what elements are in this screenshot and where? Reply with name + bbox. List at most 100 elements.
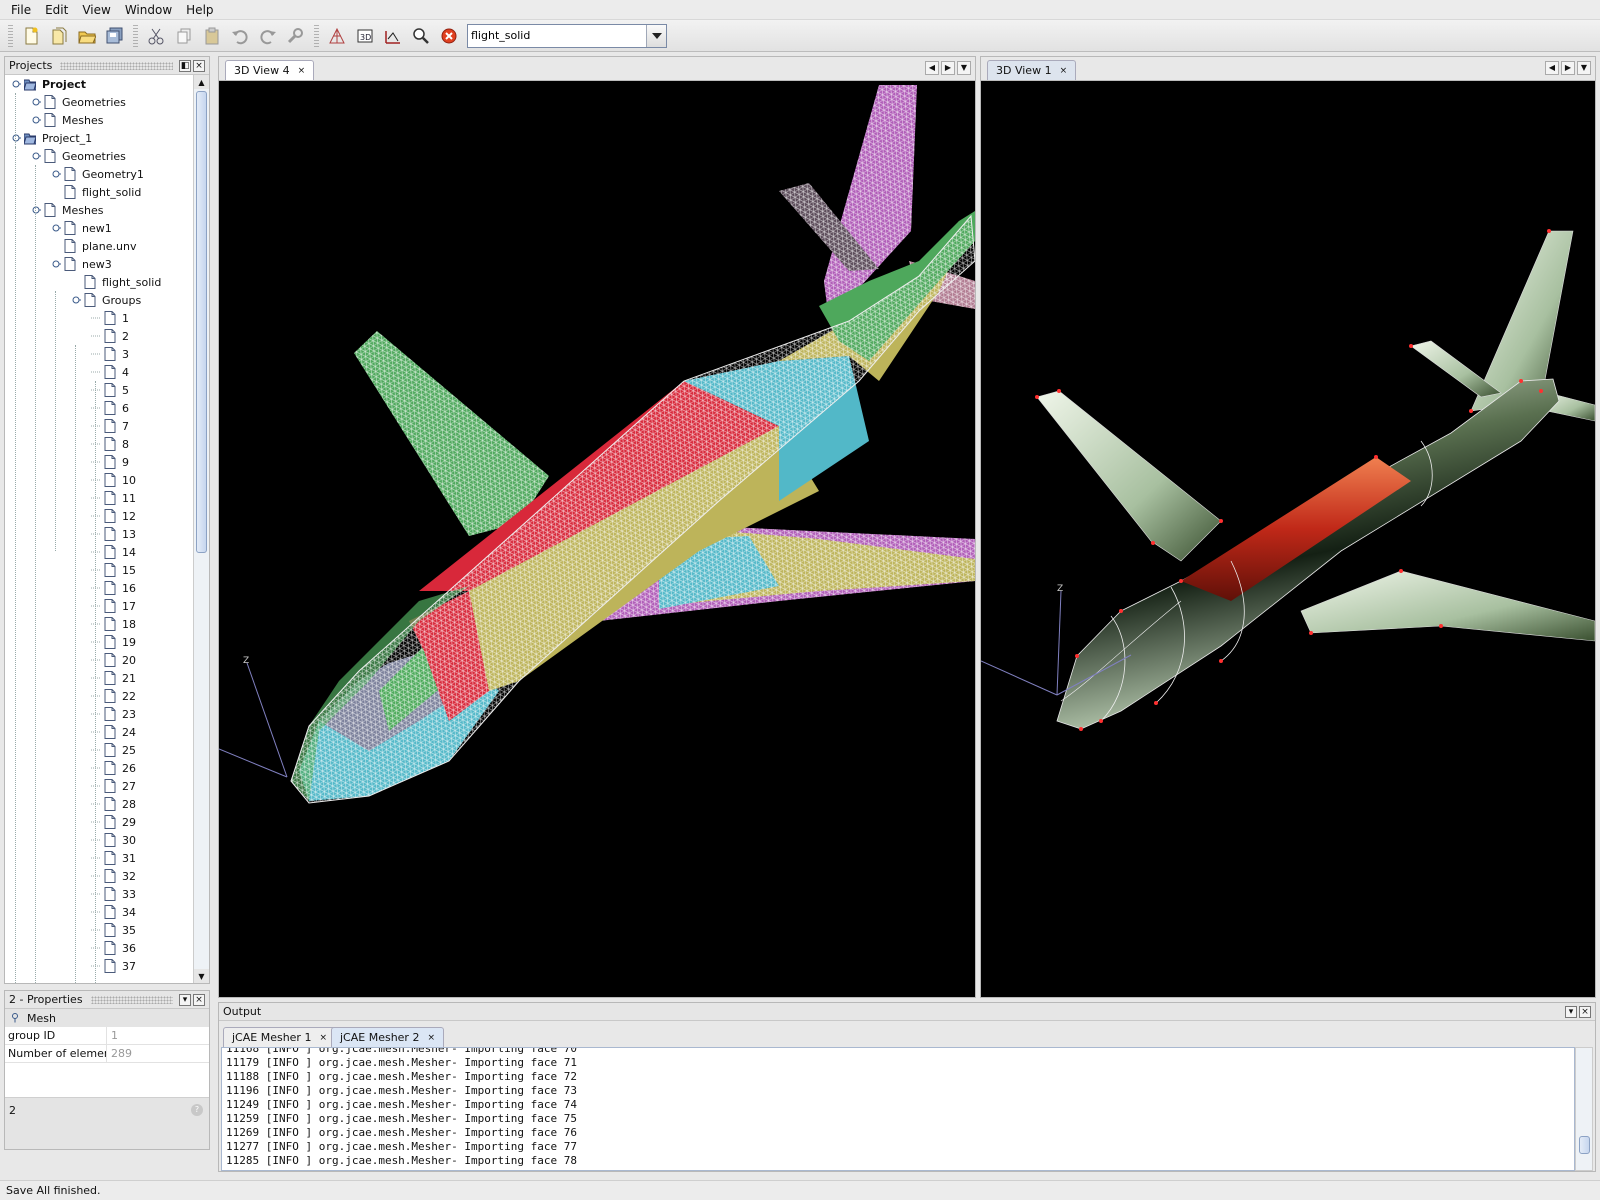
tree-node[interactable]: new1 (51, 219, 112, 237)
menu-file[interactable]: File (4, 0, 38, 20)
tree-node-group[interactable]: 22 (91, 687, 136, 705)
active-object-input[interactable] (468, 24, 646, 47)
redo-icon[interactable] (256, 24, 280, 48)
expand-handle-icon[interactable] (11, 79, 21, 89)
minimize-icon[interactable]: ▾ (1565, 1005, 1577, 1018)
tree-node[interactable]: flight_solid (51, 183, 141, 201)
tree-node-group[interactable]: 32 (91, 867, 136, 885)
tree-node-group[interactable]: 16 (91, 579, 136, 597)
tree-node[interactable]: Geometries (31, 93, 126, 111)
property-category[interactable]: Mesh (5, 1009, 209, 1027)
expand-handle-icon[interactable] (31, 97, 41, 107)
tree-node-group[interactable]: 37 (91, 957, 136, 975)
chevron-left-icon[interactable]: ◀ (925, 61, 939, 75)
header-grip[interactable] (60, 61, 173, 70)
open-folder-icon[interactable] (75, 24, 99, 48)
tree-node-group[interactable]: 26 (91, 759, 136, 777)
mesh-render[interactable]: Z (219, 81, 975, 997)
tree-node-group[interactable]: 20 (91, 651, 136, 669)
scroll-up-icon[interactable]: ▲ (194, 75, 209, 89)
property-row[interactable]: Number of element 289 (5, 1045, 209, 1063)
toolbar-grip-2[interactable] (133, 24, 138, 47)
tree-node-group[interactable]: 36 (91, 939, 136, 957)
tree-node-group[interactable]: 30 (91, 831, 136, 849)
tree-scrollbar[interactable]: ▲ ▼ (193, 75, 209, 983)
tree-node-group[interactable]: 11 (91, 489, 136, 507)
expand-handle-icon[interactable] (11, 133, 21, 143)
chevron-down-icon[interactable]: ▼ (957, 61, 971, 75)
tree-node-group[interactable]: 8 (91, 435, 129, 453)
tab-jcae-mesher-1[interactable]: jCAE Mesher 1 × (223, 1027, 337, 1047)
property-row[interactable]: group ID 1 (5, 1027, 209, 1045)
tree-node-group[interactable]: 2 (91, 327, 129, 345)
paste-icon[interactable] (200, 24, 224, 48)
undo-icon[interactable] (228, 24, 252, 48)
active-object-combo[interactable] (467, 23, 667, 48)
tree-node-group[interactable]: 24 (91, 723, 136, 741)
expand-handle-icon[interactable] (51, 241, 61, 251)
copy-icon[interactable] (172, 24, 196, 48)
tree-node-group[interactable]: 31 (91, 849, 136, 867)
expand-handle-icon[interactable] (11, 1013, 19, 1023)
tab-jcae-mesher-2[interactable]: jCAE Mesher 2 × (331, 1027, 445, 1047)
3d-icon[interactable]: 3D (353, 24, 377, 48)
tree-node-group[interactable]: 29 (91, 813, 136, 831)
expand-handle-icon[interactable] (71, 277, 81, 287)
toolbar-grip-3[interactable] (314, 24, 319, 47)
tree-node-group[interactable]: 23 (91, 705, 136, 723)
tree-node-group[interactable]: 33 (91, 885, 136, 903)
tree-node[interactable]: Groups (71, 291, 141, 309)
tree-node-group[interactable]: 28 (91, 795, 136, 813)
close-icon[interactable]: × (1060, 66, 1068, 76)
geometry-icon[interactable] (381, 24, 405, 48)
expand-handle-icon[interactable] (51, 187, 61, 197)
tree-node-group[interactable]: 19 (91, 633, 136, 651)
mesh-viewport[interactable]: Z (219, 81, 975, 997)
menu-window[interactable]: Window (118, 0, 179, 20)
tree-node[interactable]: new3 (51, 255, 112, 273)
chevron-right-icon[interactable]: ▶ (941, 61, 955, 75)
tree-node-group[interactable]: 25 (91, 741, 136, 759)
tree-node[interactable]: Project_1 (11, 129, 92, 147)
expand-handle-icon[interactable] (51, 259, 61, 269)
help-icon[interactable]: ? (191, 1104, 203, 1116)
tree-node-group[interactable]: 27 (91, 777, 136, 795)
tree-node-group[interactable]: 3 (91, 345, 129, 363)
close-icon[interactable]: × (193, 993, 205, 1006)
expand-handle-icon[interactable] (71, 295, 81, 305)
chevron-down-icon[interactable]: ▼ (1577, 61, 1591, 75)
tree-node-group[interactable]: 15 (91, 561, 136, 579)
toolbar-grip[interactable] (8, 24, 13, 47)
tree-node-group[interactable]: 14 (91, 543, 136, 561)
scroll-down-icon[interactable]: ▼ (194, 969, 209, 983)
tree-node-group[interactable]: 12 (91, 507, 136, 525)
menu-edit[interactable]: Edit (38, 0, 75, 20)
tree-node-group[interactable]: 10 (91, 471, 136, 489)
close-icon[interactable]: × (319, 1033, 327, 1043)
chevron-right-icon[interactable]: ▶ (1561, 61, 1575, 75)
expand-handle-icon[interactable] (31, 115, 41, 125)
expand-handle-icon[interactable] (51, 223, 61, 233)
tree-node[interactable]: Meshes (31, 111, 103, 129)
minimize-icon[interactable]: ◧ (179, 59, 191, 72)
expand-handle-icon[interactable] (51, 169, 61, 179)
output-log[interactable]: 11168 [INFO ] org.jcae.mesh.Mesher- Impo… (221, 1047, 1575, 1171)
close-icon[interactable]: × (193, 59, 205, 72)
tree-node-group[interactable]: 35 (91, 921, 136, 939)
tree-node[interactable]: Geometries (31, 147, 126, 165)
shaded-viewport[interactable]: Z (981, 81, 1595, 997)
expand-handle-icon[interactable] (31, 151, 41, 161)
tree-node-group[interactable]: 1 (91, 309, 129, 327)
tree-node-group[interactable]: 7 (91, 417, 129, 435)
close-icon[interactable]: × (427, 1033, 435, 1043)
tree-node-group[interactable]: 21 (91, 669, 136, 687)
tree-node-group[interactable]: 17 (91, 597, 136, 615)
zoom-fit-icon[interactable] (409, 24, 433, 48)
save-all-icon[interactable] (103, 24, 127, 48)
mesh-icon[interactable] (325, 24, 349, 48)
scroll-thumb[interactable] (1579, 1136, 1590, 1154)
cut-icon[interactable] (144, 24, 168, 48)
tree-node-group[interactable]: 18 (91, 615, 136, 633)
log-scrollbar[interactable] (1575, 1047, 1593, 1171)
tree-node[interactable]: Meshes (31, 201, 103, 219)
